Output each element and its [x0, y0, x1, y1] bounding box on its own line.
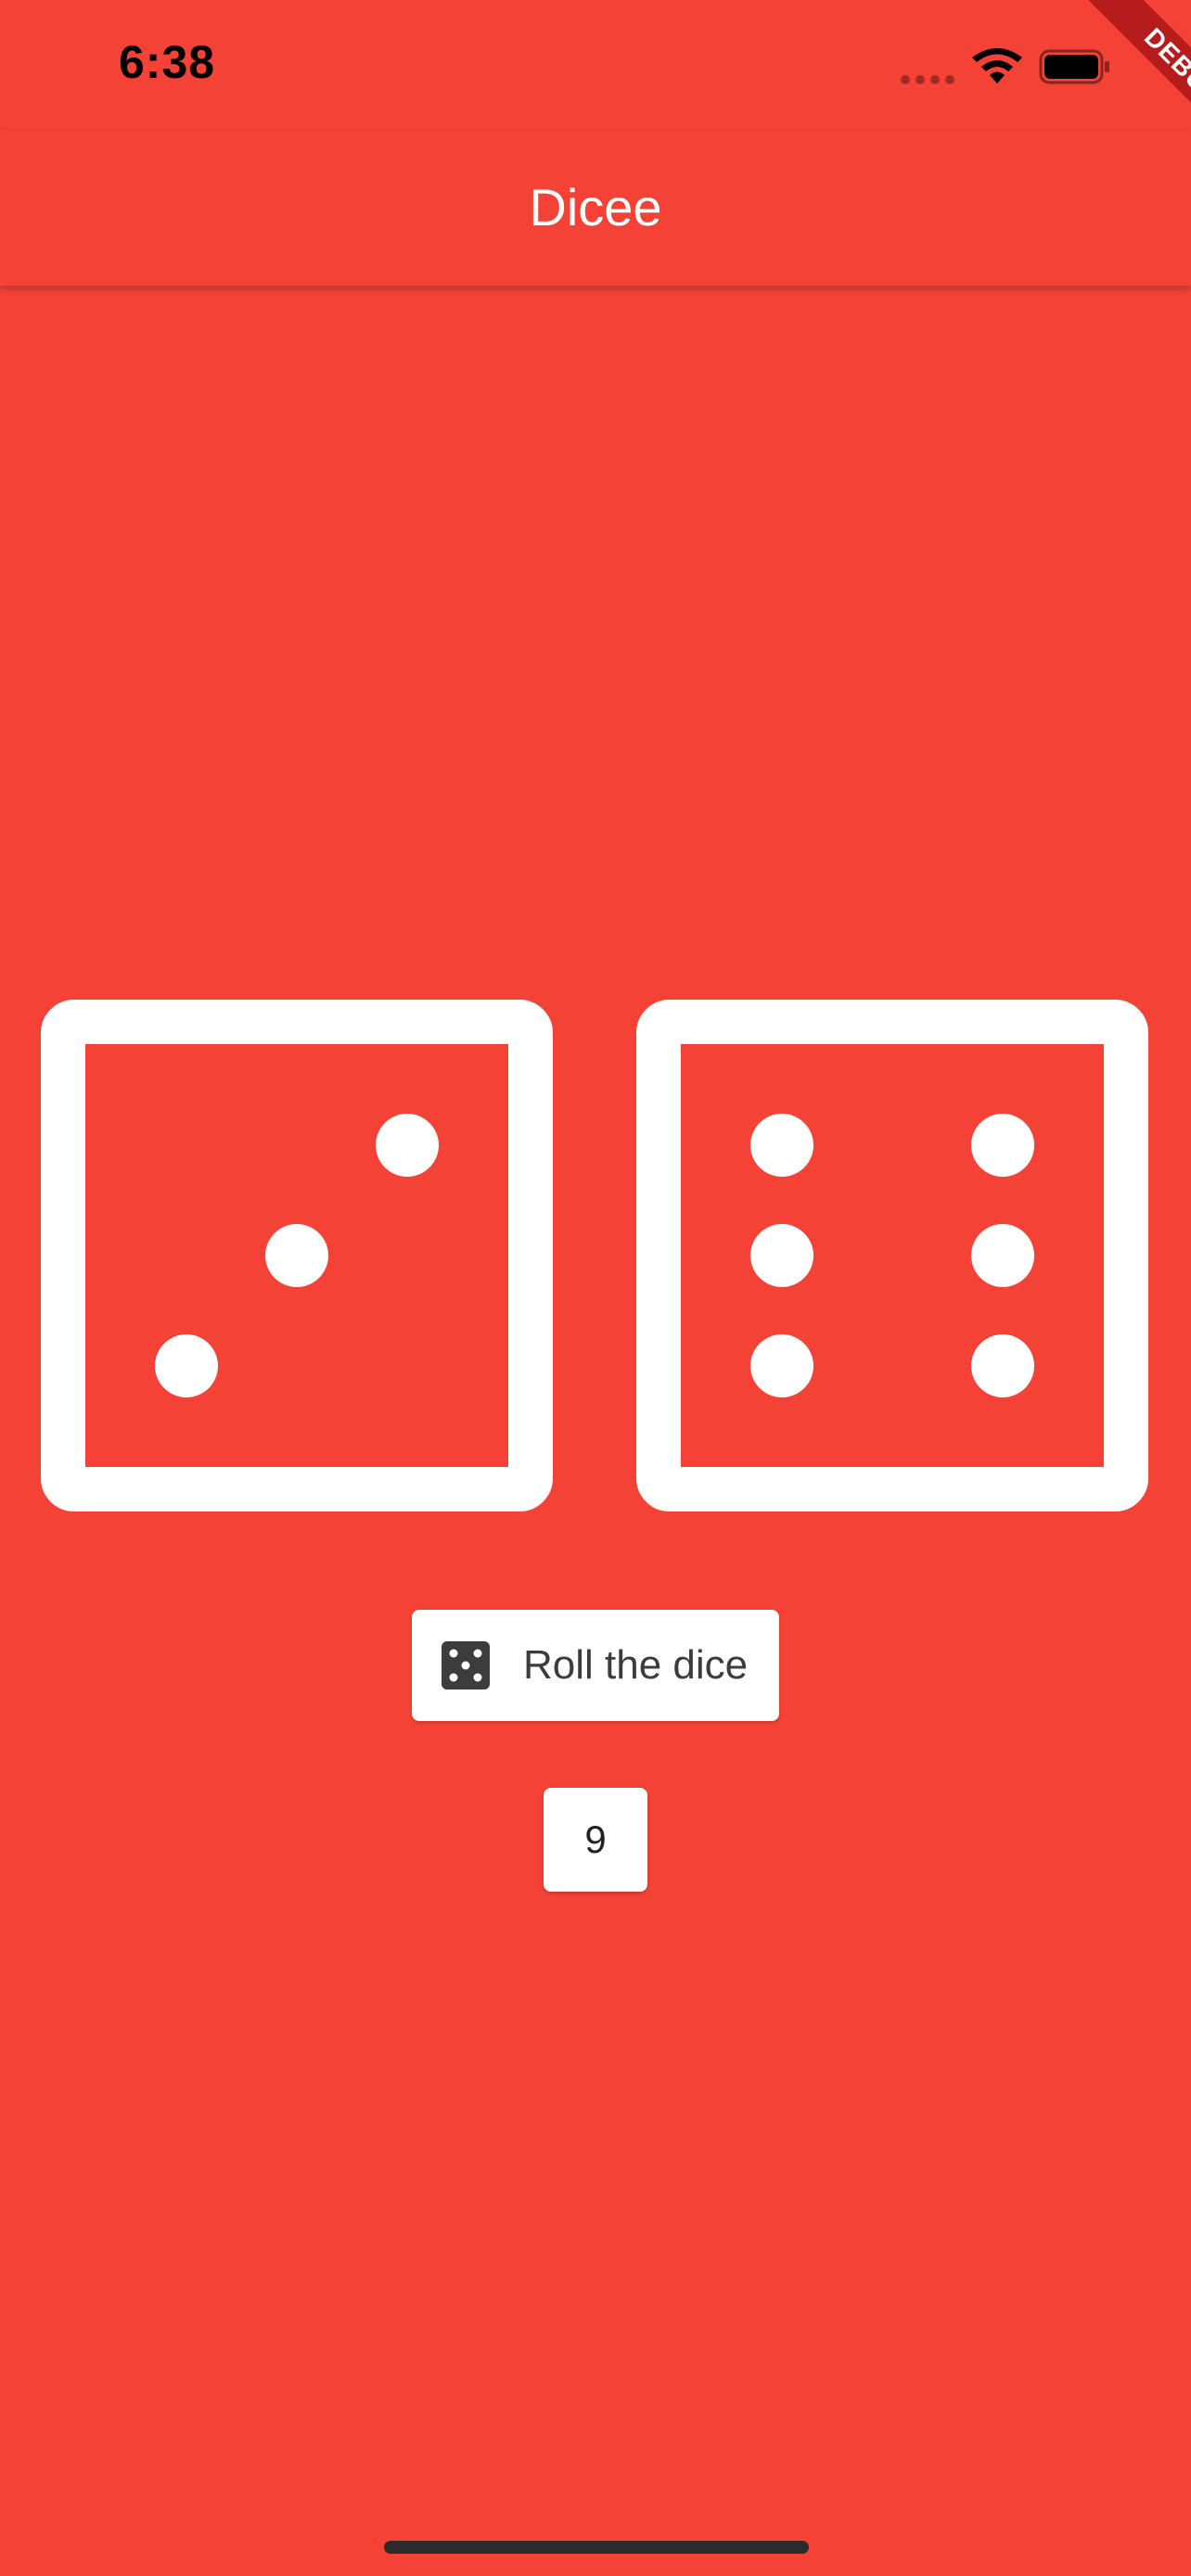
die-pip [750, 1224, 813, 1287]
dice-three-icon[interactable] [41, 1000, 553, 1511]
status-bar: 6:38 [0, 0, 1191, 130]
die-pip [971, 1114, 1034, 1177]
status-time: 6:38 [119, 36, 216, 88]
app-screen: 6:38 DEBUG Dicee Roll the dice 9 [0, 0, 1191, 2576]
die-pip [265, 1224, 328, 1287]
page-title: Dicee [529, 178, 662, 236]
home-indicator[interactable] [384, 2541, 809, 2554]
die-pip [750, 1334, 813, 1397]
dice-five-icon [442, 1641, 490, 1690]
roll-the-dice-button[interactable]: Roll the dice [412, 1610, 779, 1721]
debug-banner: DEBUG [1024, 0, 1191, 167]
die-pip [971, 1334, 1034, 1397]
app-bar: Dicee [0, 130, 1191, 286]
dice-total-badge: 9 [544, 1788, 647, 1892]
die-pip [750, 1114, 813, 1177]
dice-six-icon[interactable] [636, 1000, 1148, 1511]
die-pip [971, 1224, 1034, 1287]
wifi-icon [972, 48, 1022, 83]
debug-label: DEBUG [1071, 0, 1191, 167]
die-frame [636, 1000, 1148, 1511]
die-pip [376, 1114, 439, 1177]
dice-total-value: 9 [584, 1817, 607, 1861]
roll-button-label: Roll the dice [523, 1642, 749, 1688]
dice-row [0, 1000, 1191, 1511]
die-pip [155, 1334, 218, 1397]
cellular-signal-icon [901, 75, 954, 84]
